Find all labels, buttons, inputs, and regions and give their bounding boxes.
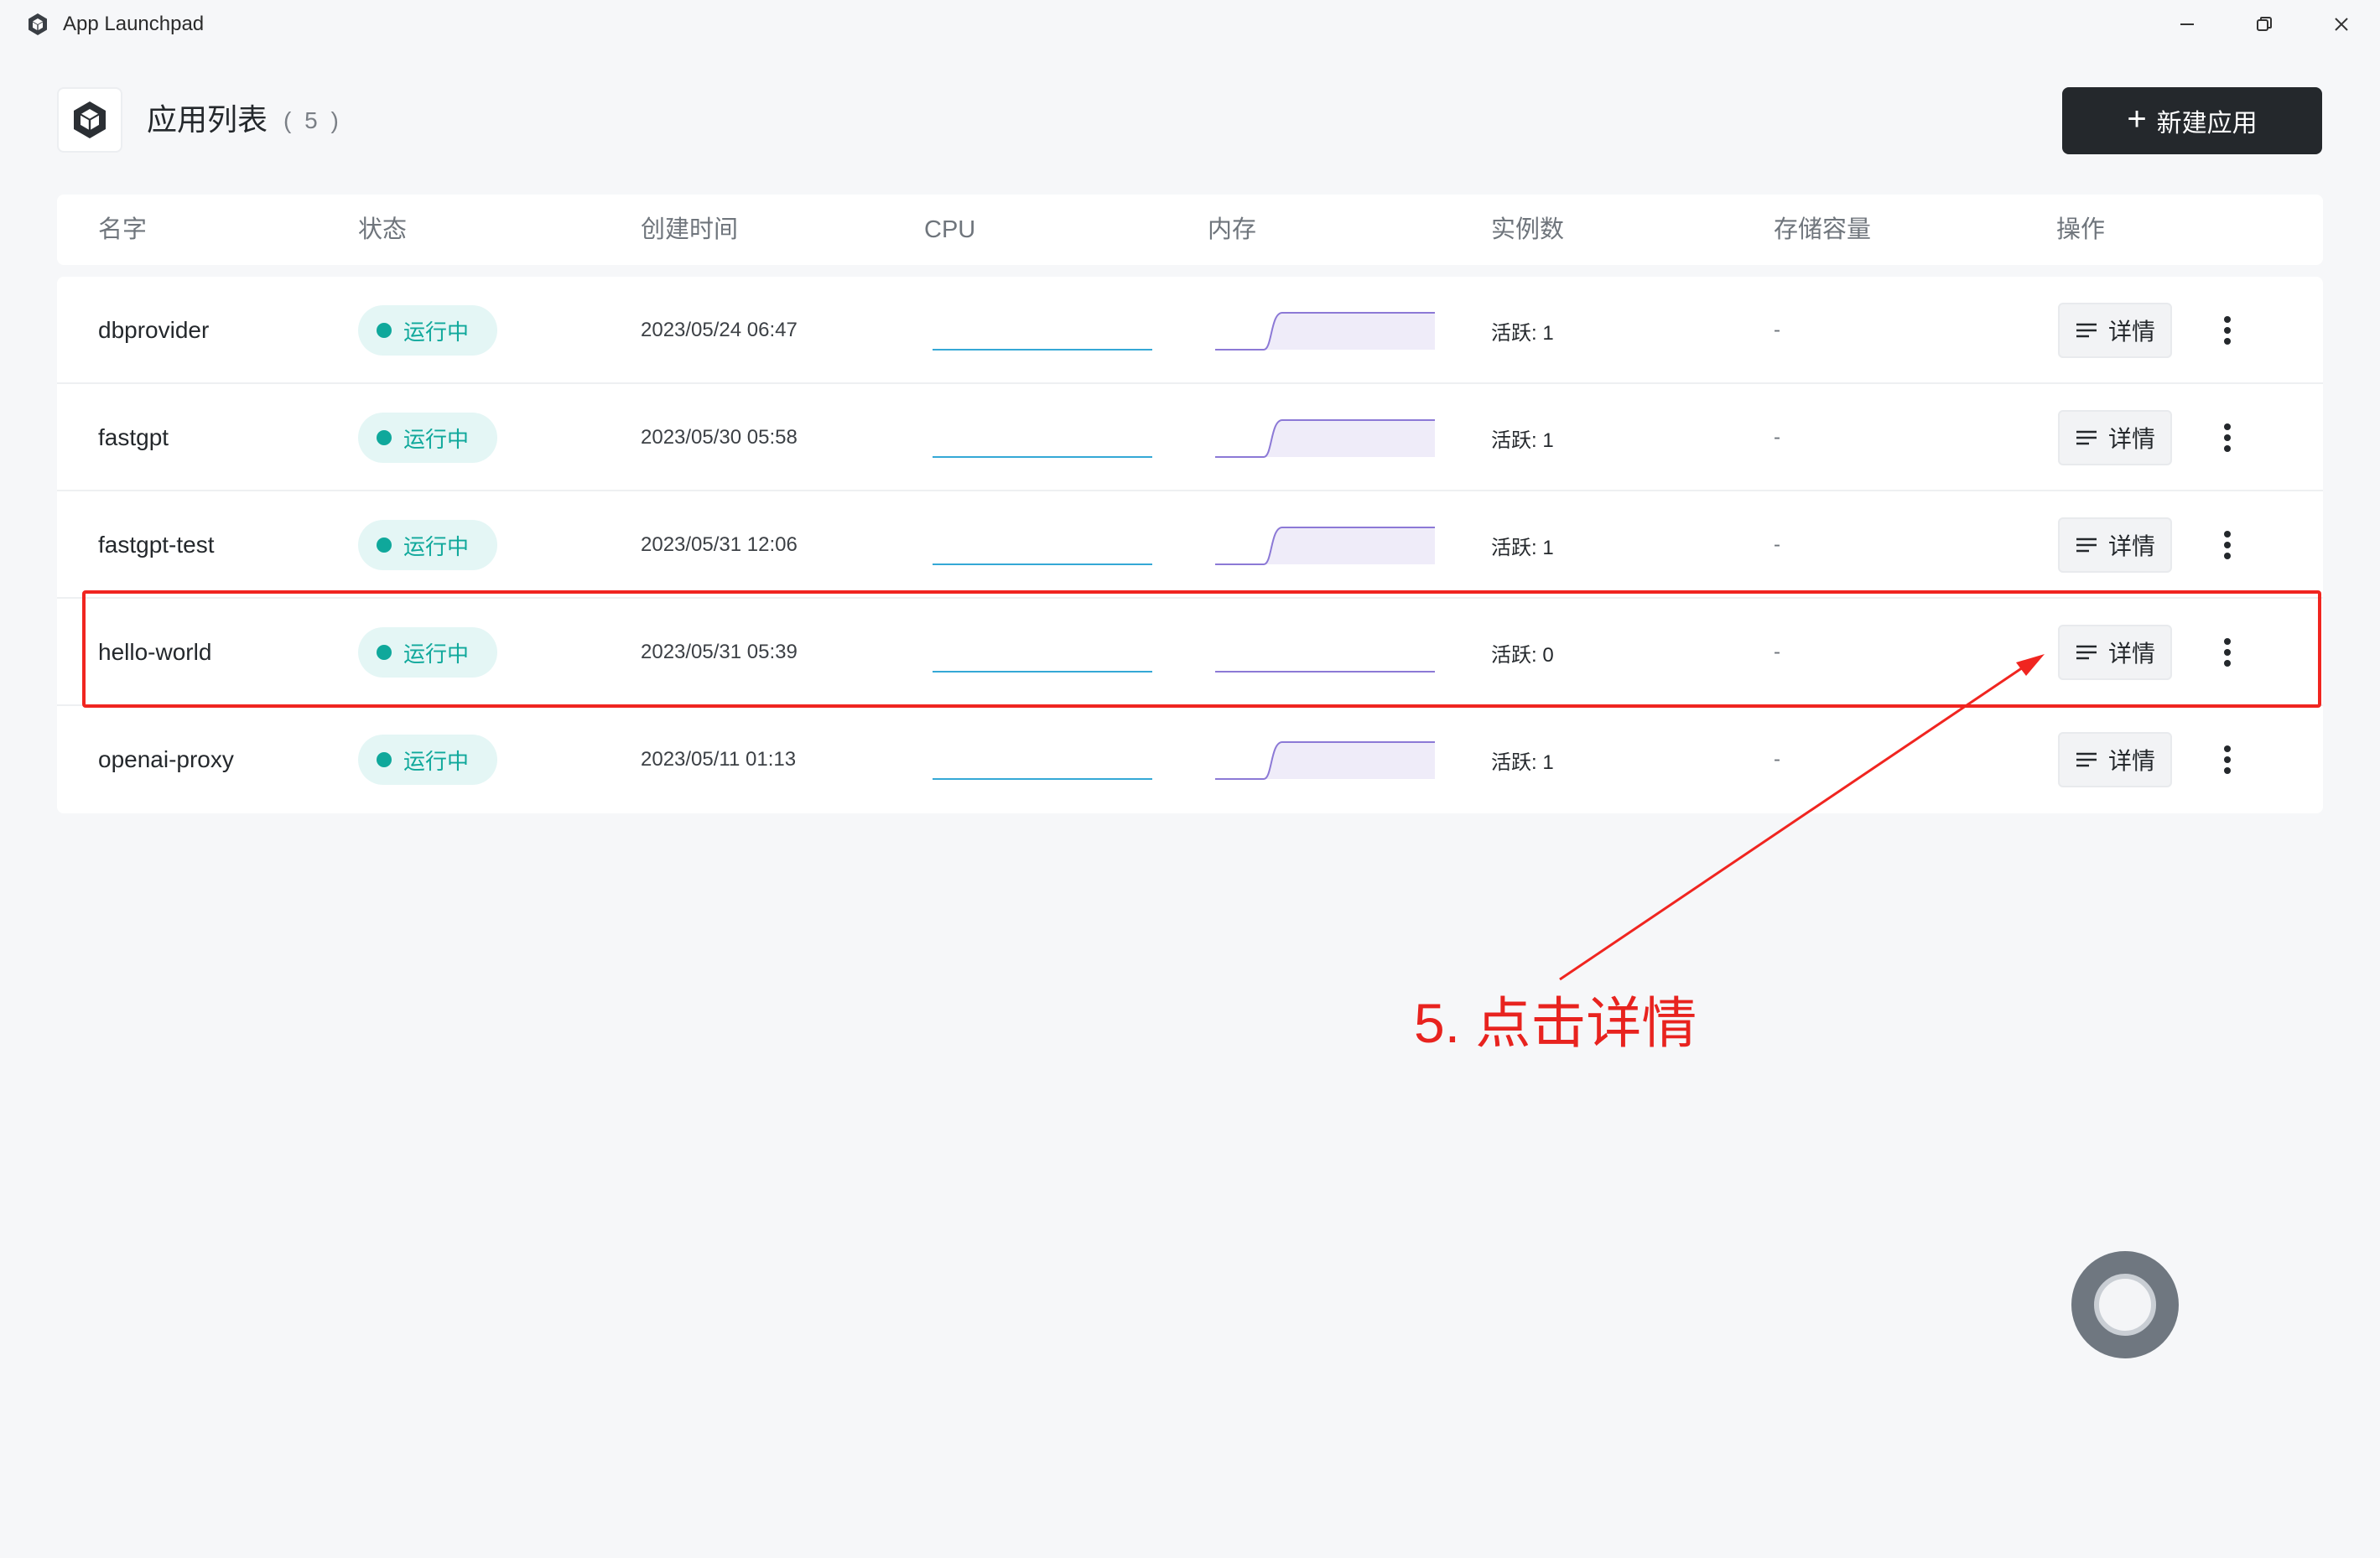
ring-icon [2094, 1274, 2156, 1336]
annotation-arrow [1559, 654, 2045, 981]
annotation-label: 5. 点击详情 [1414, 992, 1697, 1054]
floating-assist-button[interactable] [2071, 1251, 2179, 1358]
